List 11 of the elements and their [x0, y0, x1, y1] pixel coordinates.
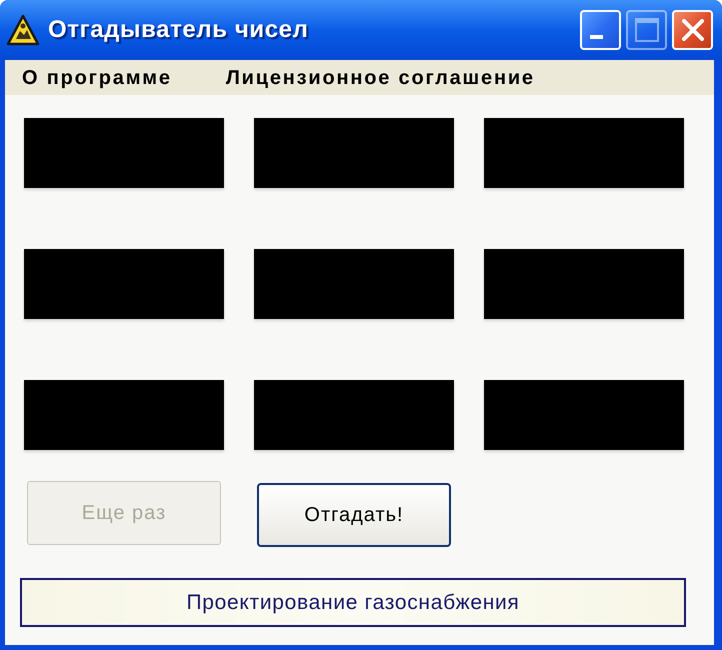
push-button[interactable]: Отгадать! — [257, 483, 451, 547]
triangle-icon — [6, 14, 40, 46]
maximize-icon — [634, 18, 658, 42]
status-text: Проектирование газоснабжения — [186, 590, 520, 616]
menu-item[interactable]: О программе — [17, 64, 177, 90]
minimize-icon — [590, 35, 603, 39]
menu-item[interactable]: Лицензионное соглашение — [220, 64, 540, 90]
close-icon — [682, 19, 704, 41]
minimize-button[interactable] — [580, 10, 621, 50]
window-title: Отгадыватель чисел — [48, 18, 308, 42]
close-button[interactable] — [672, 10, 713, 50]
